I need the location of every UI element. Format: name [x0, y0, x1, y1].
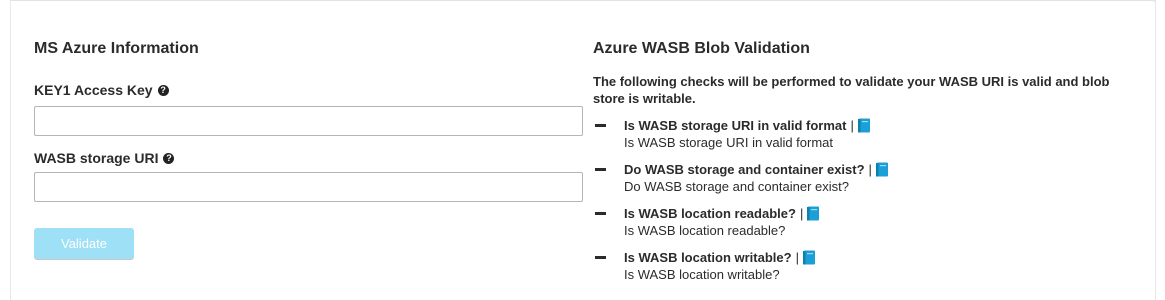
- key1-help-icon[interactable]: ?: [157, 84, 169, 96]
- wasb-validation-panel: Azure WASB Blob Validation The following…: [593, 40, 1148, 282]
- key1-access-key-input[interactable]: [34, 106, 583, 136]
- book-icon[interactable]: [802, 250, 816, 265]
- validation-intro: The following checks will be performed t…: [593, 74, 1110, 106]
- dash-icon: [595, 256, 606, 259]
- check-description: Is WASB location writable?: [624, 267, 780, 282]
- check-description: Do WASB storage and container exist?: [624, 179, 849, 194]
- dash-icon: [595, 168, 606, 171]
- check-title-row: Is WASB location writable? |: [624, 249, 816, 266]
- check-description: Is WASB location readable?: [624, 223, 786, 238]
- wasb-uri-help-icon[interactable]: ?: [163, 152, 175, 164]
- left-border: [10, 0, 11, 300]
- check-content: Is WASB storage URI in valid format | Is…: [624, 117, 871, 151]
- top-divider: [10, 0, 1155, 2]
- book-icon[interactable]: [806, 206, 820, 221]
- book-icon[interactable]: [857, 118, 871, 133]
- check-title: Is WASB location writable?: [624, 250, 792, 265]
- check-content: Do WASB storage and container exist? | D…: [624, 161, 889, 195]
- azure-information-title: MS Azure Information: [34, 40, 199, 57]
- check-description: Is WASB storage URI in valid format: [624, 135, 834, 150]
- check-title-row: Is WASB storage URI in valid format |: [624, 117, 871, 134]
- check-title: Is WASB location readable?: [624, 206, 796, 221]
- separator: |: [799, 206, 804, 221]
- dash-icon: [595, 212, 606, 215]
- check-content: Is WASB location readable? | Is WASB loc…: [624, 205, 820, 239]
- wasb-uri-label-row: WASB storage URI ?: [34, 150, 175, 166]
- separator: |: [850, 118, 854, 133]
- separator: |: [868, 162, 872, 177]
- check-title: Is WASB storage URI in valid format: [624, 118, 847, 133]
- azure-information-panel: MS Azure Information KEY1 Access Key ? W…: [34, 40, 584, 259]
- dash-icon: [595, 124, 606, 127]
- validate-button[interactable]: Validate: [34, 228, 134, 259]
- key1-label: KEY1 Access Key: [34, 82, 153, 98]
- wasb-validation-title: Azure WASB Blob Validation: [593, 40, 810, 57]
- separator: |: [795, 250, 799, 265]
- page-frame: MS Azure Information KEY1 Access Key ? W…: [0, 0, 1165, 300]
- wasb-storage-uri-input[interactable]: [34, 172, 583, 202]
- book-icon[interactable]: [875, 162, 889, 177]
- key1-label-row: KEY1 Access Key ?: [34, 82, 169, 98]
- wasb-uri-label: WASB storage URI: [34, 150, 159, 166]
- check-content: Is WASB location writable? | Is WASB loc…: [624, 249, 816, 283]
- check-title-row: Do WASB storage and container exist? |: [624, 161, 889, 178]
- check-title: Do WASB storage and container exist?: [624, 162, 865, 177]
- check-title-row: Is WASB location readable? |: [624, 205, 820, 222]
- right-border: [1155, 0, 1156, 300]
